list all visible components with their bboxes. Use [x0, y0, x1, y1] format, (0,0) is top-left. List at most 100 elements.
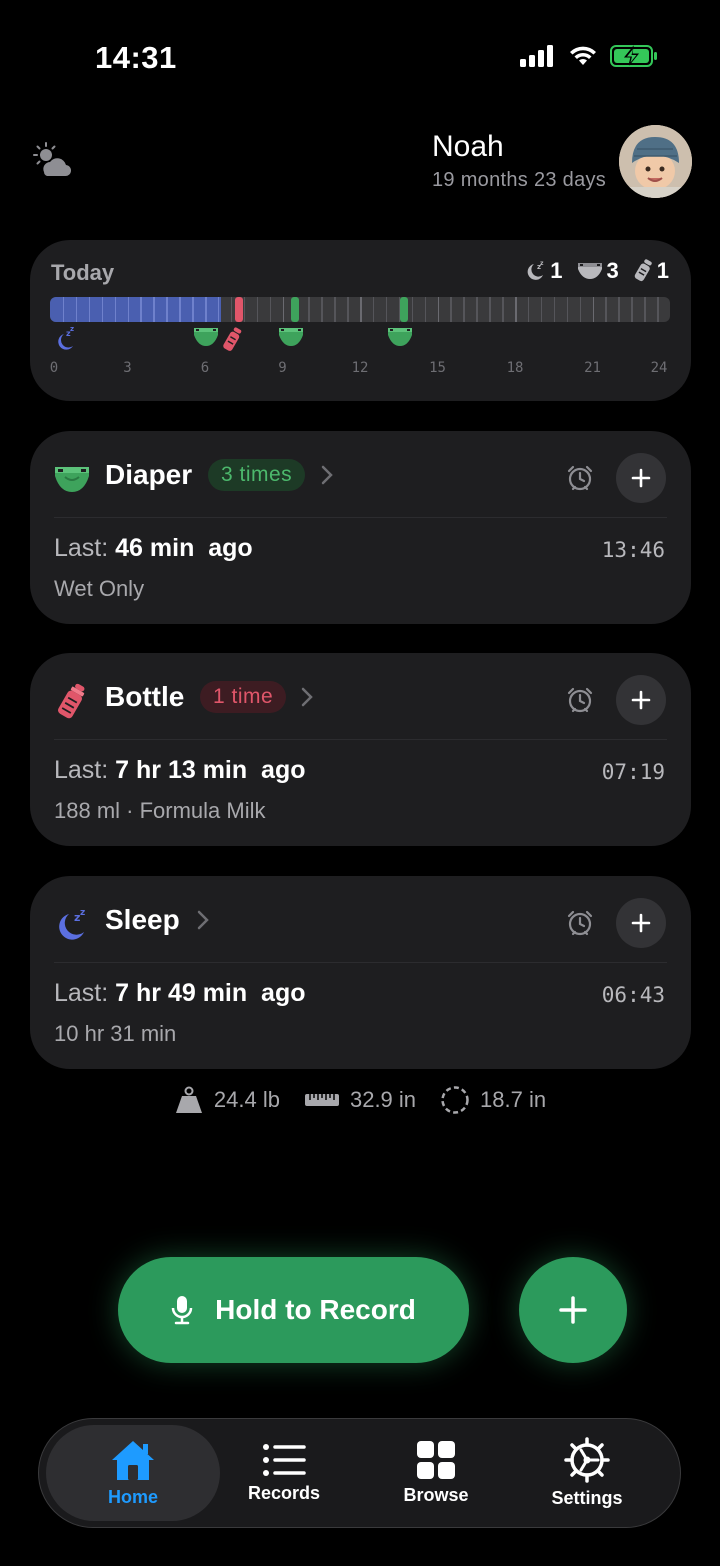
today-summary-card[interactable]: Today z z 1 3 1 z z 0 3 6 9 12 15 18 21 …	[30, 240, 691, 401]
bottle-count-pill[interactable]: 1 time	[200, 681, 287, 713]
diaper-title: Diaper	[105, 459, 193, 490]
timeline-tick	[644, 297, 646, 322]
tab-bar: Home Records Browse Settings	[38, 1418, 681, 1528]
bottle-count: 1	[633, 258, 669, 284]
growth-measurements[interactable]: 24.4 lb 32.9 in 18.7 in	[0, 1080, 720, 1120]
plus-icon	[631, 690, 651, 710]
timeline-tick	[527, 297, 530, 322]
record-label: Hold to Record	[215, 1294, 416, 1325]
chevron-right-icon[interactable]	[320, 465, 334, 485]
diaper-detail: Wet Only	[54, 576, 145, 601]
bottle-icon	[58, 683, 85, 719]
tab-records[interactable]: Records	[197, 1425, 371, 1521]
sleep-card-header[interactable]: z z Sleep	[30, 876, 691, 962]
bottle-last-value: 7 hr 13 min ago	[115, 756, 306, 784]
today-timeline[interactable]	[50, 297, 670, 322]
timeline-tick	[476, 297, 478, 322]
timeline-tick	[269, 297, 272, 322]
timeline-tick	[205, 297, 207, 322]
gear-icon	[564, 1437, 610, 1483]
avatar[interactable]	[619, 125, 692, 198]
timeline-tick	[179, 297, 181, 322]
divider	[54, 962, 667, 963]
bottle-last-time: 07:19	[601, 760, 665, 784]
profile-name[interactable]: Noah	[432, 130, 504, 164]
signal-icon	[520, 45, 553, 67]
tab-home-label: Home	[107, 1487, 158, 1507]
hold-to-record-button[interactable]: Hold to Record	[118, 1257, 469, 1363]
timeline-tick	[347, 297, 349, 322]
last-prefix: Last:	[54, 534, 109, 562]
status-bar: 14:31	[0, 0, 720, 110]
timeline-tick	[540, 297, 543, 322]
timeline-tick	[450, 297, 452, 322]
bottle-card-header[interactable]: Bottle 1 time	[30, 653, 691, 739]
diaper-card-header[interactable]: Diaper 3 times	[30, 431, 691, 517]
bottle-event-icon	[221, 326, 243, 359]
timeline-tick	[372, 297, 375, 322]
diaper-count-pill[interactable]: 3 times	[208, 459, 306, 491]
svg-text:z: z	[80, 908, 85, 918]
add-diaper-button[interactable]	[616, 453, 666, 503]
head-measure[interactable]: 18.7 in	[440, 1085, 546, 1115]
plus-icon	[559, 1296, 587, 1324]
alarm-icon[interactable]	[566, 909, 594, 937]
alarm-icon[interactable]	[566, 686, 594, 714]
sleep-count-value: 1	[550, 258, 563, 283]
timeline-axis-label: 9	[278, 360, 287, 376]
grid-icon	[417, 1441, 455, 1479]
tab-settings[interactable]: Settings	[500, 1425, 674, 1521]
diaper-count-value: 3	[606, 258, 619, 283]
list-icon	[263, 1444, 306, 1476]
quick-add-button[interactable]	[519, 1257, 627, 1363]
add-sleep-button[interactable]	[616, 898, 666, 948]
diaper-card[interactable]: Diaper 3 times Last: 46 min ago 13:46 We…	[30, 431, 691, 624]
timeline-axis-label: 0	[49, 360, 59, 376]
sleep-last-value: 7 hr 49 min ago	[115, 979, 306, 1007]
sleep-moon-icon: z z	[527, 260, 544, 280]
timeline-axis-label: 6	[200, 360, 210, 376]
timeline-diaper-event[interactable]	[291, 297, 300, 322]
divider	[54, 739, 667, 740]
diaper-icon	[55, 467, 89, 492]
timeline-axis-label: 21	[584, 360, 601, 376]
chevron-right-icon[interactable]	[196, 910, 210, 930]
timeline-tick	[321, 297, 323, 322]
timeline-tick	[153, 297, 155, 322]
alarm-icon[interactable]	[566, 464, 594, 492]
timeline-tick	[166, 297, 168, 322]
add-bottle-button[interactable]	[616, 675, 666, 725]
timeline-tick	[657, 297, 659, 322]
timeline-tick	[553, 297, 556, 322]
timeline-tick	[256, 297, 259, 322]
timeline-tick	[463, 297, 465, 322]
diaper-event-icon	[387, 326, 413, 353]
bottle-detail: 188 ml · Formula Milk	[54, 798, 266, 823]
timeline-tick	[411, 297, 414, 322]
sleep-detail: 10 hr 31 min	[54, 1021, 177, 1046]
bottle-card[interactable]: Bottle 1 time Last: 7 hr 13 min ago 07:1…	[30, 653, 691, 846]
weather-icon[interactable]	[30, 140, 72, 182]
timeline-tick	[334, 297, 336, 322]
height-value: 32.9 in	[349, 1087, 417, 1112]
timeline-bottle-event[interactable]	[234, 297, 243, 322]
diaper-event-icon	[193, 326, 219, 353]
today-label: Today	[51, 260, 115, 285]
timeline-tick	[140, 297, 142, 322]
timeline-event-icons: zz	[50, 325, 670, 359]
timeline-tick	[308, 297, 310, 322]
timeline-axis: 0 3 6 9 12 15 18 21 24	[50, 360, 670, 380]
height-measure[interactable]: 32.9 in	[304, 1087, 416, 1113]
divider	[54, 517, 667, 518]
tab-browse[interactable]: Browse	[349, 1425, 523, 1521]
home-icon	[112, 1441, 154, 1480]
diaper-event-icon	[278, 326, 304, 353]
chevron-right-icon[interactable]	[300, 687, 314, 707]
tab-home[interactable]: Home	[46, 1425, 220, 1521]
timeline-tick	[424, 297, 427, 322]
svg-text:z: z	[70, 326, 74, 333]
timeline-diaper-event[interactable]	[399, 297, 408, 322]
timeline-tick	[101, 297, 104, 322]
weight-measure[interactable]: 24.4 lb	[174, 1085, 280, 1115]
sleep-card[interactable]: z z Sleep Last: 7 hr 49 min ago 06:43 10…	[30, 876, 691, 1069]
